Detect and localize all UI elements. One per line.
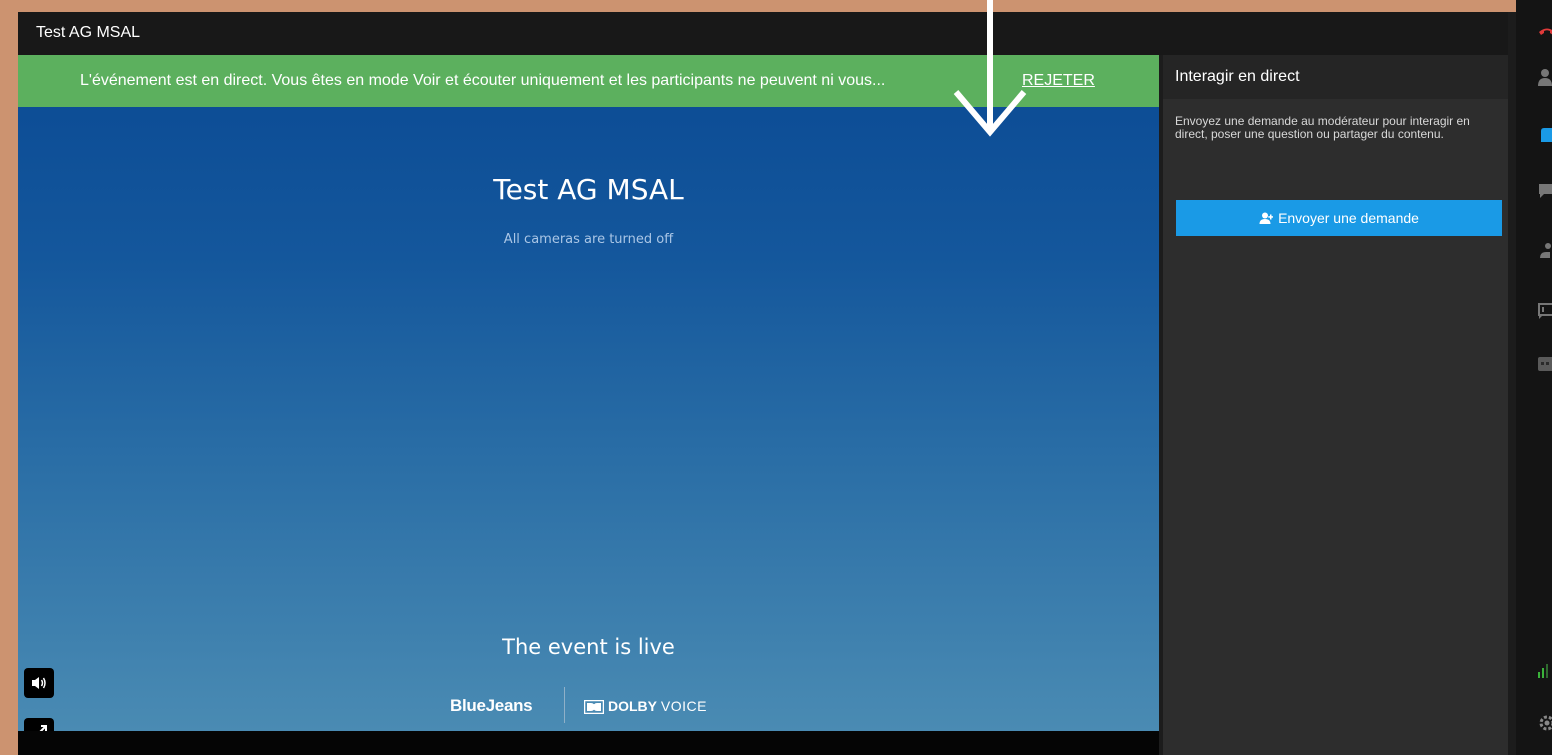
hang-up-icon[interactable] xyxy=(1536,20,1552,42)
window-title: Test AG MSAL xyxy=(36,24,141,41)
panel-description: Envoyez une demande au modérateur pour i… xyxy=(1175,114,1470,141)
event-title: Test AG MSAL xyxy=(493,173,684,206)
add-user-icon xyxy=(1259,212,1274,224)
live-notification-banner: L'événement est en direct. Vous êtes en … xyxy=(18,55,1159,107)
live-interaction-panel: Interagir en direct Envoyez une demande … xyxy=(1163,55,1508,755)
volume-icon xyxy=(32,677,46,689)
brand-divider xyxy=(564,687,565,723)
stage-footer xyxy=(18,731,1159,755)
banner-message: L'événement est en direct. Vous êtes en … xyxy=(80,72,886,89)
panel-title: Interagir en direct xyxy=(1175,68,1300,85)
dolby-label: DOLBY xyxy=(608,698,657,714)
q-and-a-icon[interactable] xyxy=(1536,300,1552,322)
send-request-button[interactable]: Envoyer une demande xyxy=(1176,200,1502,236)
bluejeans-logo: BlueJeans xyxy=(450,696,533,715)
panel-header: Interagir en direct xyxy=(1163,55,1508,99)
settings-icon[interactable] xyxy=(1536,712,1552,734)
send-request-label: Envoyer une demande xyxy=(1278,210,1419,226)
people-icon[interactable] xyxy=(1536,66,1552,88)
side-rail xyxy=(1516,0,1552,755)
dismiss-button[interactable]: REJETER xyxy=(1022,72,1095,90)
app-window: Test AG MSAL L'événement est en direct. … xyxy=(18,12,1552,755)
camera-status: All cameras are turned off xyxy=(503,232,674,247)
dolby-voice-logo: DOLBY VOICE xyxy=(584,698,707,715)
voice-label: VOICE xyxy=(660,698,707,714)
share-icon[interactable] xyxy=(1536,240,1552,262)
volume-button[interactable] xyxy=(24,668,54,698)
signal-icon xyxy=(1538,664,1548,678)
caption-icon[interactable] xyxy=(1536,354,1552,376)
live-status: The event is live xyxy=(502,635,675,659)
chat-icon[interactable] xyxy=(1536,180,1552,202)
video-stage: L'événement est en direct. Vous êtes en … xyxy=(18,55,1159,731)
title-bar: Test AG MSAL xyxy=(18,12,1508,55)
dolby-double-d-icon xyxy=(584,700,604,715)
raise-hand-icon[interactable] xyxy=(1536,122,1552,144)
